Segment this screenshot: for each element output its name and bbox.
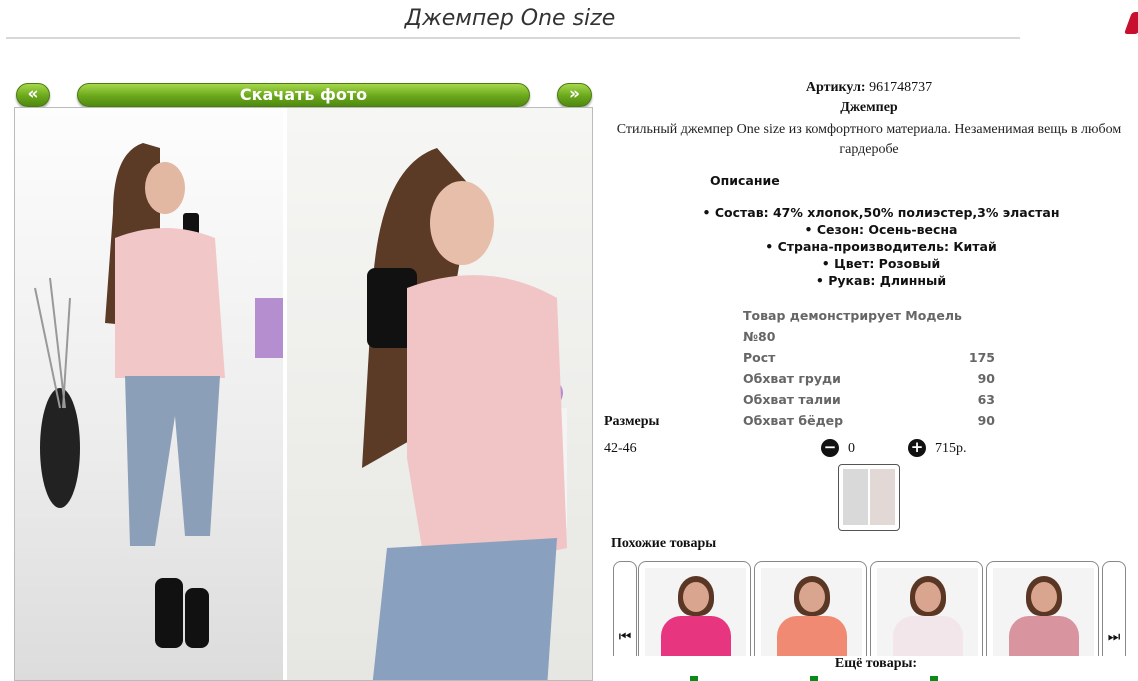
article-line: Артикул: 961748737 <box>600 80 1138 96</box>
measurement-row: Обхват бёдер 90 <box>743 410 995 431</box>
previous-photo-button[interactable]: « <box>16 83 50 107</box>
sizes-heading: Размеры <box>604 414 660 429</box>
similar-products-heading: Похожие товары <box>611 536 717 551</box>
sweater-shape <box>1009 616 1079 661</box>
measurement-label: Обхват талии <box>743 392 841 407</box>
similar-product-photo <box>761 568 862 661</box>
measurement-value: 90 <box>977 413 995 428</box>
skip-forward-icon[interactable]: ⏭ <box>1102 561 1126 661</box>
measurement-label: Рост <box>743 350 776 365</box>
model-head <box>683 582 709 612</box>
skip-back-icon[interactable]: ⏮ <box>613 561 637 661</box>
similar-product-card[interactable] <box>986 561 1099 661</box>
measurement-label: Обхват груди <box>743 371 841 386</box>
similar-product-card[interactable] <box>638 561 751 661</box>
thumbnail-image <box>843 469 895 525</box>
model-heading: Товар демонстрирует Модель №80 <box>743 308 962 344</box>
product-short-description: Стильный джемпер One size из комфортного… <box>616 122 1122 157</box>
download-photo-button[interactable]: Скачать фото <box>77 83 530 107</box>
measurement-row: Обхват талии 63 <box>743 389 995 410</box>
product-name: Джемпер <box>840 100 898 115</box>
measurement-value: 90 <box>977 371 995 386</box>
model-figure-right <box>362 148 567 680</box>
description-item: • Рукав: Длинный <box>815 273 947 288</box>
sweater-shape <box>893 616 963 661</box>
model-head <box>1031 582 1057 612</box>
title-divider <box>6 37 1020 39</box>
similar-product-photo <box>993 568 1094 661</box>
model-head <box>915 582 941 612</box>
plus-circle-icon[interactable]: + <box>908 439 926 457</box>
article-label: Артикул: <box>805 80 866 95</box>
description-item: • Состав: 47% хлопок,50% полиэстер,3% эл… <box>702 205 1060 220</box>
description-list: • Состав: 47% хлопок,50% полиэстер,3% эл… <box>600 204 1138 289</box>
size-value: 42-46 <box>604 441 637 456</box>
product-photo <box>14 107 593 681</box>
price-value: 715р. <box>935 441 967 456</box>
close-icon[interactable] <box>1123 12 1138 34</box>
description-item: • Страна-производитель: Китай <box>765 239 997 254</box>
more-products-heading: Ещё товары: <box>600 656 1138 672</box>
more-products-links[interactable] <box>690 676 1050 681</box>
photo-thumbnail[interactable] <box>838 464 900 531</box>
measurement-label: Обхват бёдер <box>743 413 844 428</box>
page-title: Джемпер One size <box>404 6 616 31</box>
product-photo-right <box>287 108 592 680</box>
model-figure-left <box>34 143 283 648</box>
measurement-row: Рост 175 <box>743 347 995 368</box>
similar-product-card[interactable] <box>754 561 867 661</box>
description-item: • Цвет: Розовый <box>821 256 941 271</box>
quantity-value: 0 <box>848 441 855 456</box>
minus-circle-icon[interactable]: − <box>821 439 839 457</box>
similar-product-photo <box>877 568 978 661</box>
similar-product-card[interactable] <box>870 561 983 661</box>
article-value: 961748737 <box>869 80 933 95</box>
product-photo-left <box>15 108 283 680</box>
model-head <box>799 582 825 612</box>
model-measurements: Товар демонстрирует Модель №80 Рост 175 … <box>743 305 995 431</box>
sweater-shape <box>777 616 847 661</box>
measurement-value: 63 <box>977 392 995 407</box>
similar-product-photo <box>645 568 746 661</box>
sweater-shape <box>661 616 731 661</box>
measurement-value: 175 <box>968 350 995 365</box>
next-photo-button[interactable]: » <box>557 83 592 107</box>
description-item: • Сезон: Осень-весна <box>804 222 958 237</box>
measurement-row: Обхват груди 90 <box>743 368 995 389</box>
description-heading: Описание <box>710 173 780 188</box>
